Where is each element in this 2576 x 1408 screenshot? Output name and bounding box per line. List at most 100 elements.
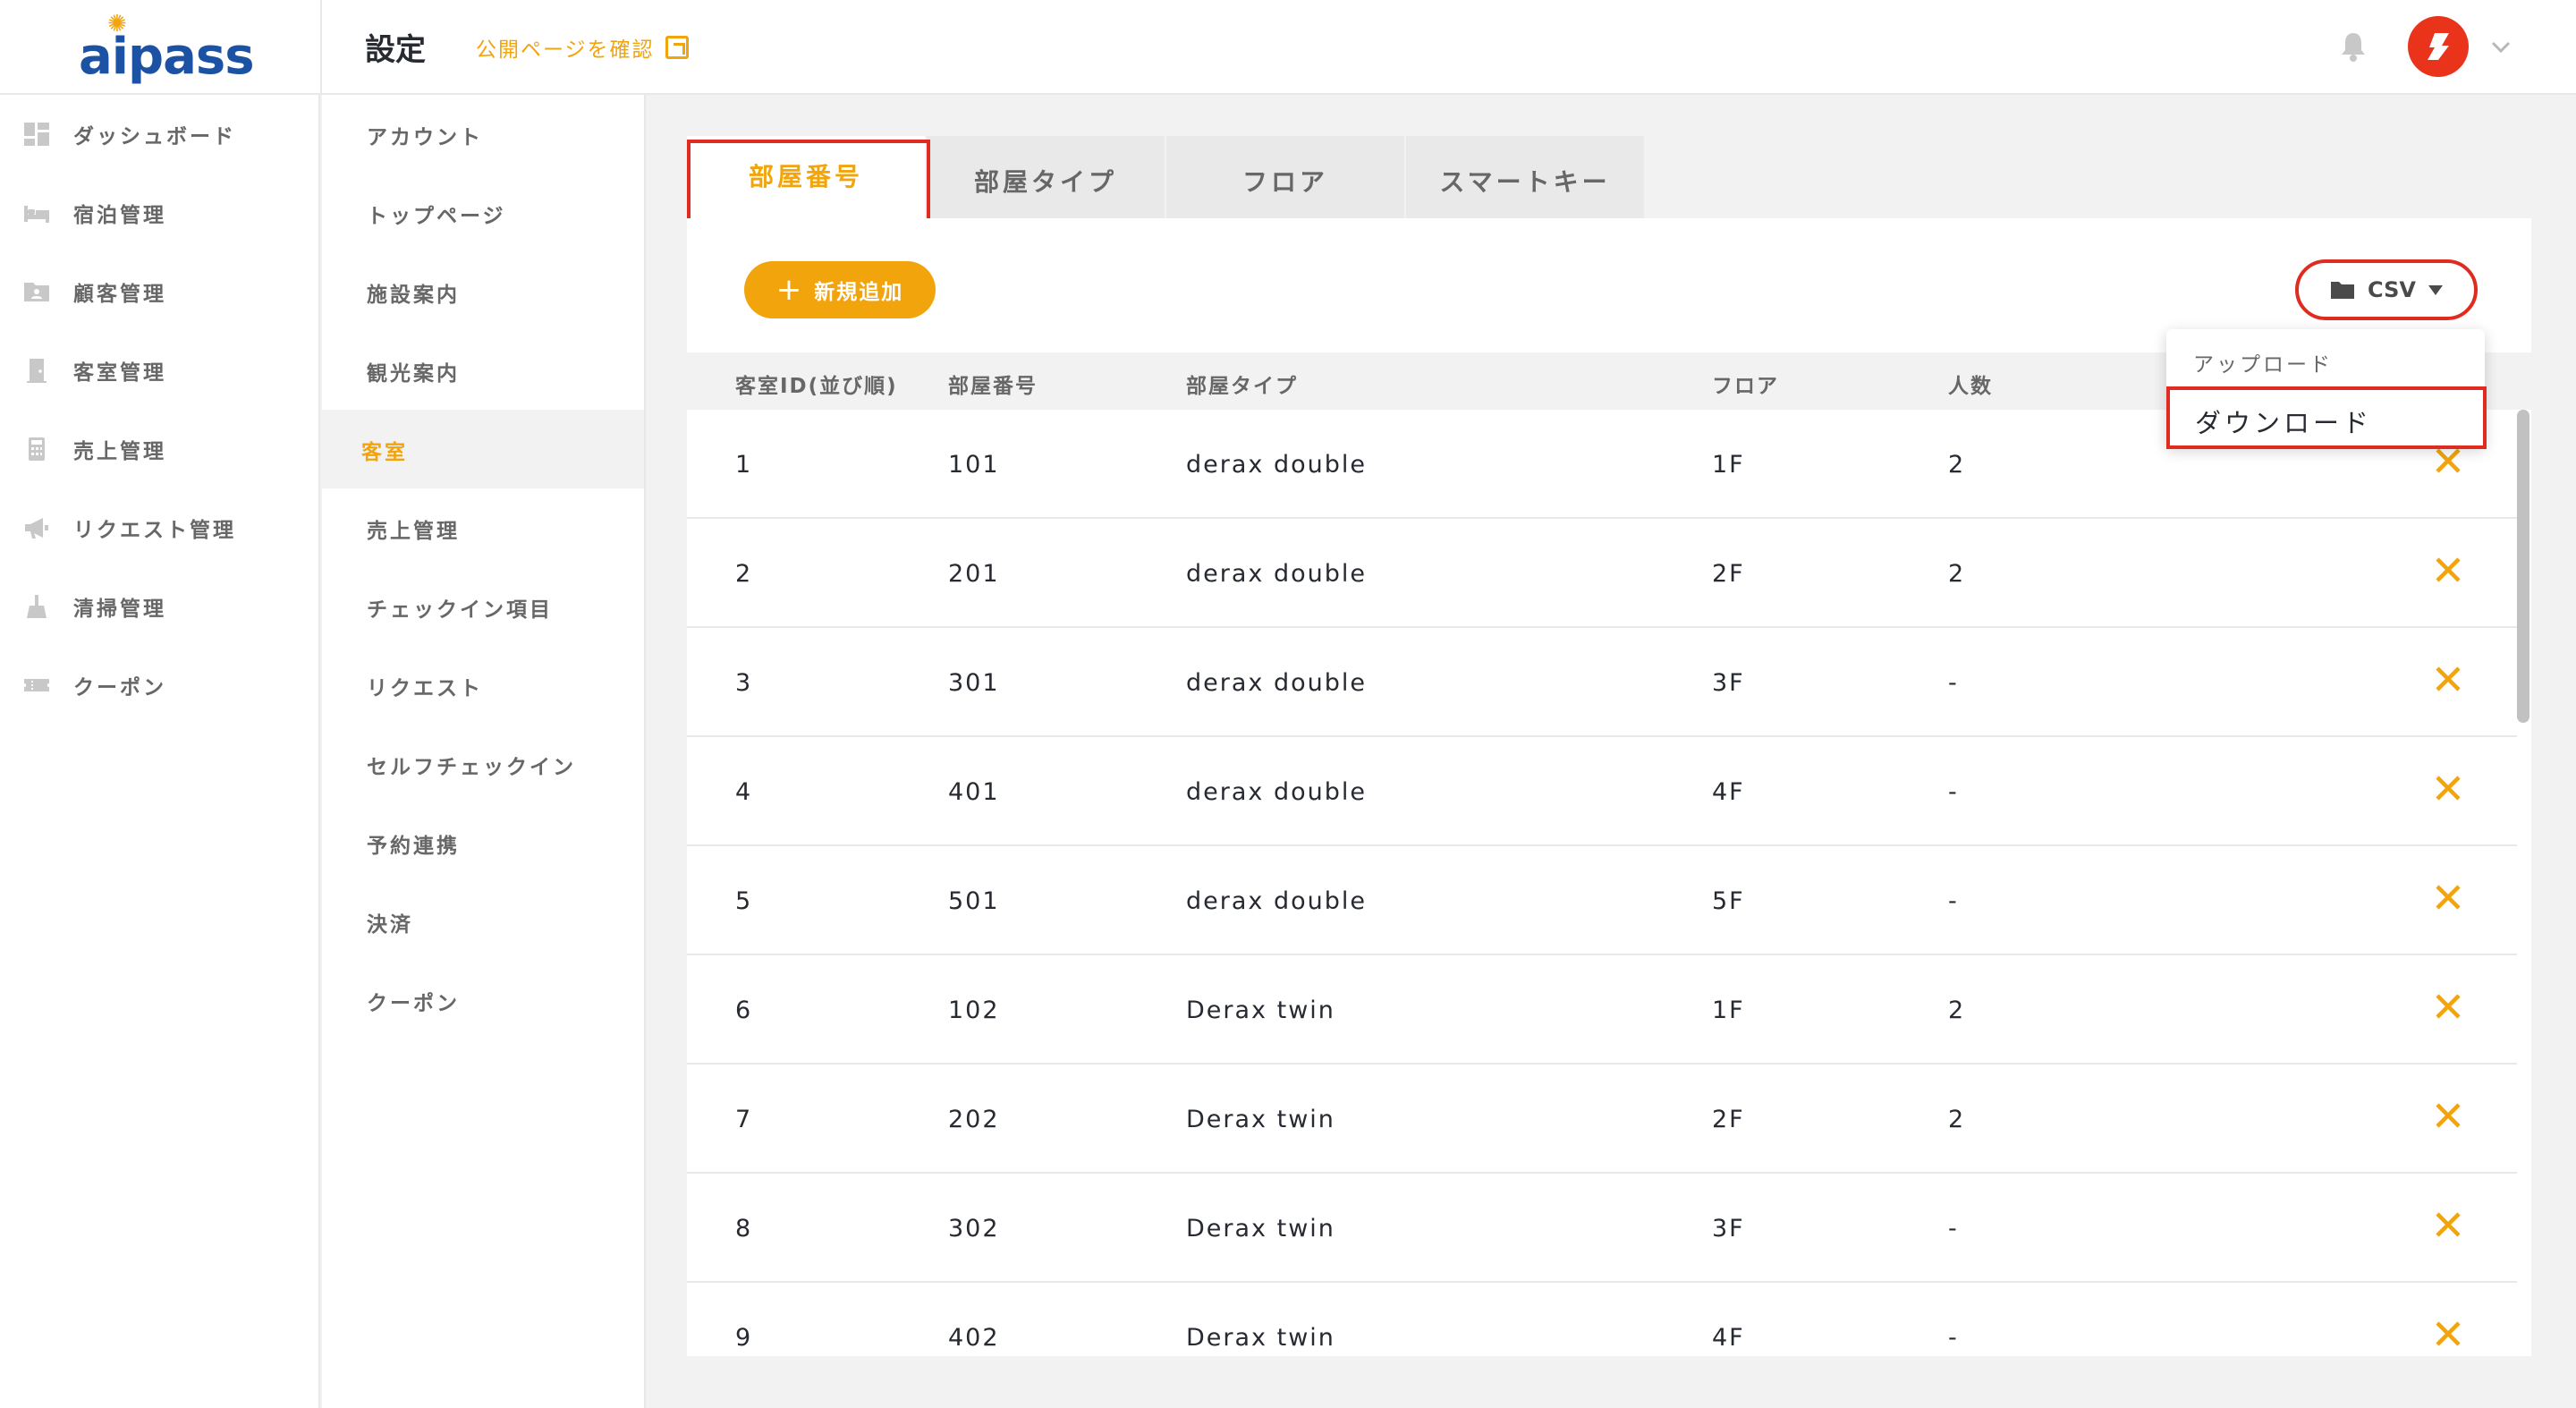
- sidebar-item-rooms[interactable]: 客室管理: [0, 331, 318, 410]
- folder-icon: [2331, 282, 2355, 299]
- tab-room-number[interactable]: 部屋番号: [687, 136, 925, 218]
- delete-icon[interactable]: [2433, 664, 2463, 694]
- table-row[interactable]: 9 402 Derax twin 4F -: [687, 1283, 2517, 1356]
- settings-item-booking-integration[interactable]: 予約連携: [322, 803, 644, 882]
- cell-floor: 2F: [1712, 1106, 1745, 1133]
- cell-room-id: 9: [735, 1324, 753, 1352]
- caret-down-icon: [2428, 284, 2443, 295]
- top-header: ✺ aipass 設定 公開ページを確認: [0, 0, 2576, 95]
- settings-item-self-checkin[interactable]: セルフチェックイン: [322, 725, 644, 803]
- table-row[interactable]: 3 301 derax double 3F -: [687, 628, 2517, 737]
- customer-folder-icon: [24, 283, 49, 301]
- csv-upload-option[interactable]: アップロード: [2193, 347, 2333, 377]
- delete-icon[interactable]: [2433, 555, 2463, 585]
- external-link-icon: [665, 36, 689, 59]
- delete-icon[interactable]: [2433, 991, 2463, 1022]
- settings-item-account[interactable]: アカウント: [322, 95, 644, 174]
- sidebar-item-label: 売上管理: [73, 440, 166, 463]
- dashboard-icon: [24, 123, 49, 146]
- settings-item-label: トップページ: [367, 205, 506, 228]
- table-row[interactable]: 5 501 derax double 5F -: [687, 846, 2517, 955]
- settings-item-checkin-fields[interactable]: チェックイン項目: [322, 567, 644, 646]
- avatar-logo-icon: [2428, 33, 2449, 60]
- tab-label: 部屋タイプ: [973, 167, 1117, 197]
- settings-item-label: 決済: [367, 913, 413, 937]
- sidebar-item-cleaning[interactable]: 清掃管理: [0, 567, 318, 646]
- add-new-button[interactable]: + 新規追加: [744, 261, 936, 318]
- settings-item-requests[interactable]: リクエスト: [322, 646, 644, 725]
- settings-item-label: リクエスト: [367, 677, 483, 700]
- plus-icon: +: [775, 272, 804, 308]
- cell-capacity: 2: [1948, 560, 1966, 588]
- table-row[interactable]: 4 401 derax double 4F -: [687, 737, 2517, 846]
- cell-floor: 3F: [1712, 669, 1745, 697]
- bed-icon: [24, 206, 49, 223]
- delete-icon[interactable]: [2433, 773, 2463, 803]
- sidebar-item-stay[interactable]: 宿泊管理: [0, 174, 318, 252]
- delete-icon[interactable]: [2433, 882, 2463, 912]
- settings-item-facility-guide[interactable]: 施設案内: [322, 252, 644, 331]
- table-row[interactable]: 6 102 Derax twin 1F 2: [687, 955, 2517, 1064]
- settings-item-coupons[interactable]: クーポン: [322, 961, 644, 1039]
- cell-floor: 2F: [1712, 560, 1745, 588]
- sidebar-item-coupons[interactable]: クーポン: [0, 646, 318, 725]
- bell-icon[interactable]: [2340, 30, 2367, 63]
- cell-capacity: 2: [1948, 451, 1966, 479]
- tab-room-type[interactable]: 部屋タイプ: [927, 136, 1165, 218]
- sidebar-item-label: 清掃管理: [73, 598, 166, 621]
- cell-floor: 1F: [1712, 451, 1745, 479]
- public-page-link[interactable]: 公開ページを確認: [476, 32, 689, 63]
- cell-room-number: 102: [948, 997, 1000, 1024]
- sidebar-item-label: 客室管理: [73, 361, 166, 385]
- cell-room-id: 1: [735, 451, 753, 479]
- tab-label: 部屋番号: [748, 162, 863, 191]
- cell-capacity: -: [1948, 778, 1959, 806]
- csv-download-label: ダウンロード: [2195, 408, 2373, 438]
- cell-capacity: 2: [1948, 1106, 1966, 1133]
- cell-room-type: derax double: [1186, 669, 1367, 697]
- column-header-room-id: 客室ID(並び順): [735, 375, 898, 398]
- cell-floor: 3F: [1712, 1215, 1745, 1243]
- delete-icon[interactable]: [2433, 1209, 2463, 1240]
- table-row[interactable]: 7 202 Derax twin 2F 2: [687, 1064, 2517, 1174]
- tab-label: スマートキー: [1439, 167, 1611, 197]
- main-sidebar: ダッシュボード 宿泊管理 顧客管理 客室管理 売上管理 リクエスト管理 清掃管理…: [0, 95, 320, 1408]
- cell-capacity: -: [1948, 1324, 1959, 1352]
- cell-room-id: 4: [735, 778, 753, 806]
- settings-sidebar: アカウント トップページ 施設案内 観光案内 客室 売上管理 チェックイン項目 …: [322, 95, 646, 1408]
- csv-download-option[interactable]: ダウンロード: [2166, 386, 2487, 449]
- avatar[interactable]: [2408, 16, 2469, 77]
- settings-item-rooms[interactable]: 客室: [322, 410, 644, 488]
- settings-item-top-page[interactable]: トップページ: [322, 174, 644, 252]
- settings-item-label: チェックイン項目: [367, 598, 553, 622]
- settings-item-label: 客室: [361, 441, 408, 464]
- cell-room-number: 401: [948, 778, 1000, 806]
- table-scrollbar[interactable]: [2517, 410, 2529, 723]
- chevron-down-icon[interactable]: [2490, 36, 2512, 57]
- tab-label: フロア: [1241, 167, 1328, 197]
- settings-item-payment[interactable]: 決済: [322, 882, 644, 961]
- table-row[interactable]: 2 201 derax double 2F 2: [687, 519, 2517, 628]
- aipass-logo[interactable]: ✺ aipass: [79, 11, 255, 82]
- cell-room-number: 302: [948, 1215, 1000, 1243]
- delete-icon[interactable]: [2433, 1319, 2463, 1349]
- settings-item-label: 施設案内: [367, 284, 460, 307]
- table-row[interactable]: 8 302 Derax twin 3F -: [687, 1174, 2517, 1283]
- sidebar-item-sales[interactable]: 売上管理: [0, 410, 318, 488]
- settings-item-sales[interactable]: 売上管理: [322, 488, 644, 567]
- delete-icon[interactable]: [2433, 445, 2463, 476]
- tab-smart-key[interactable]: スマートキー: [1406, 136, 1644, 218]
- settings-item-sightseeing[interactable]: 観光案内: [322, 331, 644, 410]
- tab-floor[interactable]: フロア: [1166, 136, 1404, 218]
- sidebar-item-label: リクエスト管理: [73, 519, 236, 542]
- delete-icon[interactable]: [2433, 1100, 2463, 1131]
- sidebar-item-dashboard[interactable]: ダッシュボード: [0, 95, 318, 174]
- csv-button[interactable]: CSV: [2295, 259, 2478, 320]
- cell-capacity: -: [1948, 1215, 1959, 1243]
- sidebar-item-customers[interactable]: 顧客管理: [0, 252, 318, 331]
- cell-room-number: 501: [948, 887, 1000, 915]
- cell-room-type: derax double: [1186, 778, 1367, 806]
- cell-room-id: 5: [735, 887, 753, 915]
- public-page-link-label: 公開ページを確認: [476, 38, 655, 62]
- sidebar-item-requests[interactable]: リクエスト管理: [0, 488, 318, 567]
